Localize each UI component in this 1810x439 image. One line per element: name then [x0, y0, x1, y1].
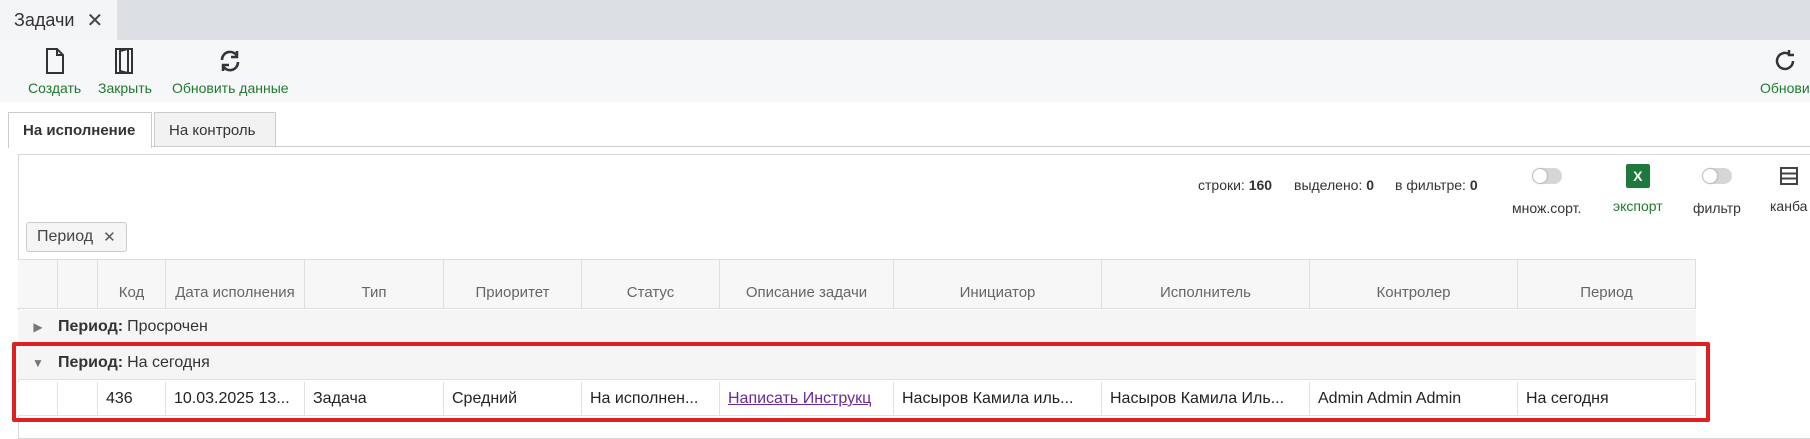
- task-description-link[interactable]: Написать Инструкц: [728, 390, 871, 408]
- selected-label: выделено:: [1294, 177, 1363, 193]
- list-icon: [1779, 164, 1798, 188]
- rows-stat: строки: 160: [1198, 177, 1272, 193]
- header-initiator[interactable]: Инициатор: [894, 260, 1102, 308]
- header-description[interactable]: Описание задачи: [720, 260, 894, 308]
- refresh-icon: [1772, 46, 1798, 76]
- tab-on-control[interactable]: На контроль: [154, 112, 276, 147]
- header-priority[interactable]: Приоритет: [444, 260, 582, 308]
- filtered-label: в фильтре:: [1395, 177, 1466, 193]
- multisort-label: множ.сорт.: [1512, 200, 1582, 216]
- create-label: Создать: [28, 80, 82, 96]
- filter-switch[interactable]: [1701, 168, 1732, 184]
- sync-icon: [217, 46, 243, 76]
- header-type[interactable]: Тип: [305, 260, 444, 308]
- header-period[interactable]: Период: [1518, 260, 1696, 308]
- period-filter-chip[interactable]: Период ✕: [26, 222, 127, 252]
- close-button[interactable]: Закрыть: [98, 46, 152, 96]
- selected-count: 0: [1366, 177, 1375, 193]
- refresh-data-button[interactable]: Обновить данные: [172, 46, 289, 96]
- tab-on-execution[interactable]: На исполнение: [8, 112, 152, 148]
- toolbar: Создать Закрыть Обновить данные Обнови: [0, 40, 1810, 102]
- cell-code: 436: [98, 382, 166, 416]
- export-label: экспорт: [1613, 198, 1663, 214]
- cell-type: Задача: [305, 382, 444, 416]
- multisort-switch[interactable]: [1531, 168, 1562, 184]
- cell-controller: Admin Admin Admin: [1310, 382, 1518, 416]
- caret-down-icon[interactable]: ▼: [18, 356, 58, 370]
- cell-due-date: 10.03.2025 13...: [166, 382, 305, 416]
- cell-executor: Насыров Камила Иль...: [1102, 382, 1310, 416]
- group-key: Период:: [58, 353, 124, 371]
- group-value: На сегодня: [127, 353, 210, 371]
- create-button[interactable]: Создать: [28, 46, 81, 96]
- cell-initiator: Насыров Камила иль...: [894, 382, 1102, 416]
- tab-on-control-label: На контроль: [169, 121, 256, 139]
- header-select[interactable]: [58, 260, 98, 308]
- header-due-date[interactable]: Дата исполнения: [166, 260, 305, 308]
- refresh-right-button[interactable]: Обнови: [1760, 46, 1810, 96]
- group-row-overdue[interactable]: ▶ Период: Просрочен: [18, 310, 1696, 344]
- filtered-stat: в фильтре: 0: [1395, 177, 1478, 193]
- grid-header: Код Дата исполнения Тип Приоритет Статус…: [18, 259, 1696, 309]
- header-expander: [18, 260, 58, 308]
- group-key: Период:: [58, 317, 124, 335]
- table-row[interactable]: 436 10.03.2025 13... Задача Средний На и…: [18, 382, 1696, 416]
- door-icon: [114, 46, 136, 76]
- filter-toggle[interactable]: фильтр: [1693, 164, 1741, 216]
- cell-priority: Средний: [444, 382, 582, 416]
- row-select-cell[interactable]: [58, 382, 98, 416]
- header-code[interactable]: Код: [98, 260, 166, 308]
- subtab-divider: [8, 146, 1810, 147]
- header-controller[interactable]: Контролер: [1310, 260, 1518, 308]
- filtered-count: 0: [1469, 177, 1478, 193]
- tab-on-execution-label: На исполнение: [23, 122, 136, 139]
- header-executor[interactable]: Исполнитель: [1102, 260, 1310, 308]
- remove-chip-icon[interactable]: ✕: [103, 228, 116, 246]
- header-status[interactable]: Статус: [582, 260, 720, 308]
- caret-right-icon[interactable]: ▶: [18, 320, 58, 334]
- tab-tasks[interactable]: Задачи ✕: [0, 0, 117, 40]
- cell-description: Написать Инструкц: [720, 382, 894, 416]
- export-button[interactable]: X экспорт: [1613, 164, 1663, 214]
- rows-label: строки:: [1198, 177, 1245, 193]
- kanban-button[interactable]: канба: [1770, 164, 1807, 214]
- kanban-label: канба: [1770, 198, 1808, 214]
- rows-count: 160: [1248, 177, 1273, 193]
- refresh-right-label: Обнови: [1760, 80, 1810, 96]
- tab-title: Задачи: [14, 9, 75, 30]
- excel-icon: X: [1625, 164, 1650, 188]
- close-icon[interactable]: ✕: [86, 8, 103, 33]
- window-tabstrip: Задачи ✕: [0, 0, 1810, 40]
- filter-label: фильтр: [1693, 200, 1741, 216]
- chip-label: Период: [37, 228, 94, 245]
- close-label: Закрыть: [98, 80, 152, 96]
- file-icon: [45, 46, 65, 76]
- row-expander-cell: [18, 382, 58, 416]
- group-row-today[interactable]: ▼ Период: На сегодня: [18, 346, 1696, 380]
- selected-stat: выделено: 0: [1294, 177, 1374, 193]
- group-value: Просрочен: [127, 317, 208, 335]
- cell-period: На сегодня: [1518, 382, 1696, 416]
- multisort-toggle[interactable]: множ.сорт.: [1512, 164, 1581, 216]
- refresh-data-label: Обновить данные: [172, 80, 289, 96]
- cell-status: На исполнен...: [582, 382, 720, 416]
